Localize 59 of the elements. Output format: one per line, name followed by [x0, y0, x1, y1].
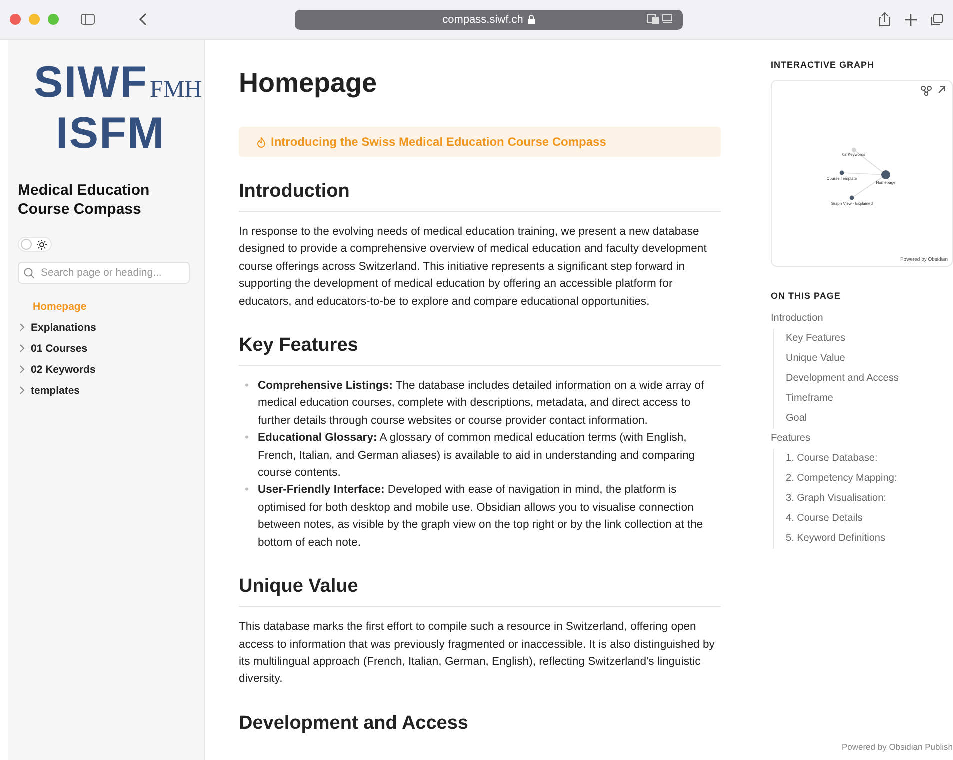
toc-link[interactable]: Development and Access — [786, 369, 953, 389]
paragraph: This database marks the first effort to compile such a resource in Switzerland, offering open access to information that was previously fragmented or inaccessible. It is also distinguished by its multilingual approach (French, Italian, German, English), reflecting Switzerland's linguistic diversity. — [239, 620, 716, 688]
graph-node[interactable] — [852, 148, 856, 152]
list-item: Educational Glossary: A glossary of common medical education terms (with English, French, Italian, and German aliases) is available to aid in understanding and comparing course contents. — [258, 431, 696, 482]
tabs-icon[interactable] — [931, 14, 943, 26]
section-label: INTERACTIVE GRAPH — [771, 60, 876, 70]
nav-item[interactable]: 02 Keywords — [18, 359, 190, 380]
search-icon — [24, 268, 35, 280]
chevron-icon — [18, 365, 26, 374]
nav-item[interactable]: templates — [18, 380, 190, 402]
toc-link[interactable]: Features — [771, 429, 953, 449]
chevron-icon — [18, 323, 26, 332]
footer-credit: Powered by Obsidian Publish — [842, 742, 953, 752]
toc-link[interactable]: Unique Value — [786, 349, 953, 369]
bullet: • — [245, 379, 249, 394]
chevron-icon — [18, 386, 26, 396]
toc-link[interactable]: 3. Graph Visualisation: — [786, 489, 953, 509]
graph-node[interactable] — [882, 170, 890, 180]
section-label: ON THIS PAGE — [771, 291, 842, 301]
section-heading: Key Features — [239, 335, 721, 366]
sidebar-icon[interactable] — [81, 14, 95, 25]
translate-icon[interactable] — [647, 14, 673, 24]
callout-title: Introducing the Swiss Medical Education Course Compass — [271, 135, 606, 149]
paragraph: In response to the evolving needs of medical education training, we present a new database designed to provide a comprehensive overview of medical education and faculty development course offerings across Switzerland. This initiative represents a significant step forward in supporting the development of medical education by offering an accessible platform for educators, and educators-to-be to explore and compare educational opportunities. — [239, 225, 708, 310]
plus-icon[interactable] — [905, 14, 917, 26]
toc-link[interactable]: Key Features — [786, 329, 953, 349]
page-title: Homepage — [239, 68, 378, 99]
graph-node[interactable] — [840, 170, 844, 176]
search-field[interactable]: Search page or heading... — [18, 262, 190, 284]
nav-item[interactable]: 01 Courses — [18, 338, 190, 360]
toc-link[interactable]: 4. Course Details — [786, 509, 953, 529]
theme-toggle[interactable] — [18, 237, 52, 252]
graph-node[interactable] — [850, 196, 854, 200]
list-item: Comprehensive Listings: The database includes detailed information on a wide array of medical education courses, complete with descriptions, metadata, and direct access to further details through course websites or course provider contact information. — [258, 379, 706, 429]
bullet: • — [245, 431, 249, 446]
toc-link[interactable]: 2. Competency Mapping: — [786, 469, 953, 489]
close-button[interactable] — [10, 14, 21, 25]
section-heading: Development and Access — [239, 712, 470, 736]
share-icon[interactable] — [879, 12, 891, 27]
site-title: Medical Education Course Compass — [18, 181, 151, 220]
toc-link[interactable]: Timeframe — [786, 389, 953, 409]
address-bar[interactable]: compass.siwf.ch — [295, 10, 683, 30]
lock-icon — [528, 15, 536, 24]
toc-link[interactable]: 5. Keyword Definitions — [786, 529, 953, 549]
nav-item[interactable]: Explanations — [18, 317, 190, 338]
sun-icon — [37, 240, 47, 250]
graph-icon[interactable] — [921, 86, 932, 96]
expand-icon[interactable] — [938, 86, 946, 94]
chevron-icon — [18, 344, 26, 354]
back-icon[interactable] — [139, 13, 147, 26]
toc-link[interactable]: Goal — [786, 409, 953, 429]
bullet: • — [245, 483, 249, 498]
toc-link[interactable]: Introduction — [771, 309, 953, 329]
toc-link[interactable]: 1. Course Database: — [786, 449, 953, 469]
section-heading: Unique Value — [239, 576, 721, 608]
flame-icon — [257, 136, 266, 148]
logo: SIWF FMH ISFM — [34, 58, 202, 160]
section-heading: Introduction — [239, 181, 721, 212]
list-item: User-Friendly Interface: Developed with ease of navigation in mind, the platform is optimised for both desktop and mobile use. Obsidian allows you to visualise connection between notes, as visible by the graph view on the top right or by the link collection at the bottom of each note. — [258, 483, 704, 551]
